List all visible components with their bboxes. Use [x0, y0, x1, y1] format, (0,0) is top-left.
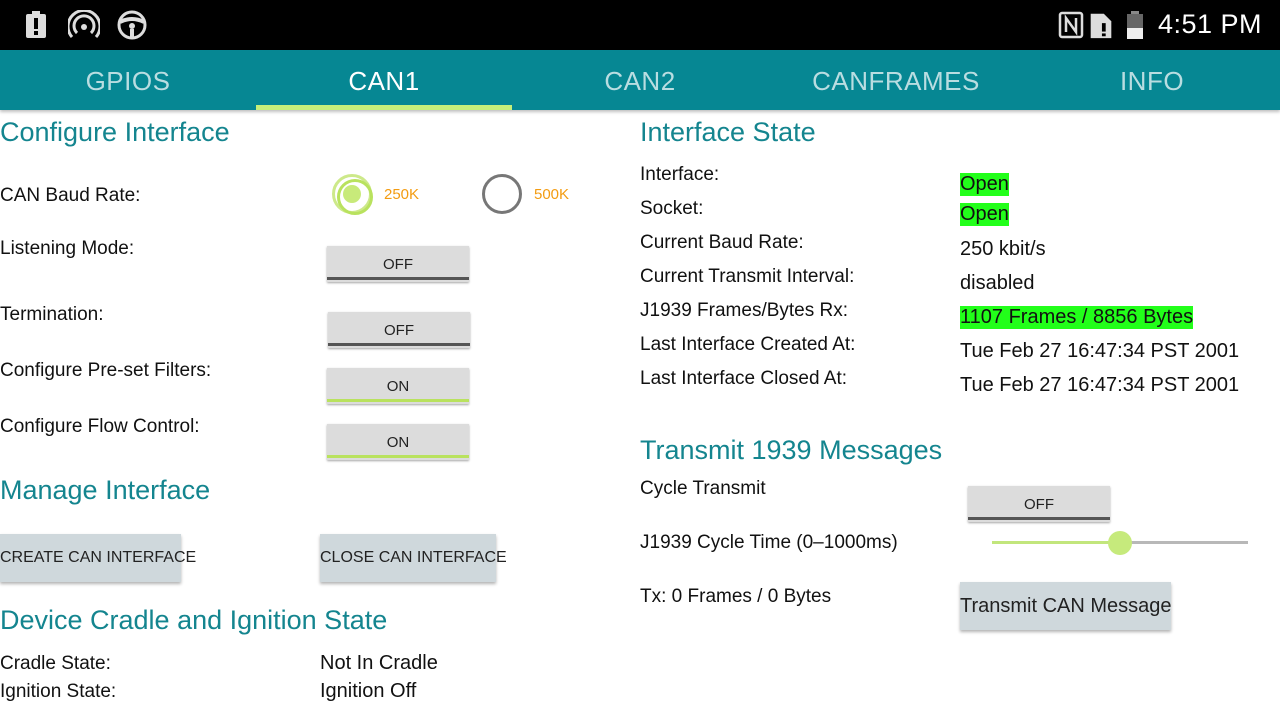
active-tab-indicator — [256, 105, 512, 110]
transmit-can-message-button[interactable]: Transmit CAN Message — [960, 582, 1172, 630]
cycle-transmit-toggle-text: OFF — [1024, 496, 1054, 513]
flow-control-toggle-text: ON — [386, 434, 410, 451]
nfc-icon — [1058, 11, 1084, 39]
cycle-time-slider[interactable] — [992, 531, 1248, 555]
steering-wheel-icon — [117, 10, 147, 40]
state-label-frames-rx: J1939 Frames/Bytes Rx: — [640, 300, 849, 321]
status-bar: 4:51 PM — [0, 0, 1280, 50]
state-value-baud: 250 kbit/s — [960, 238, 1046, 260]
cradle-state-label: Cradle State: — [0, 653, 111, 674]
close-can-interface-button[interactable]: CLOSE CAN INTERFACE — [320, 534, 507, 582]
tab-gpios[interactable]: GPIOS — [0, 50, 256, 110]
cycle-transmit-toggle[interactable]: OFF — [968, 486, 1110, 522]
sim-alert-icon — [1090, 13, 1112, 39]
battery-icon — [1127, 11, 1143, 39]
toggle-bar — [327, 277, 469, 280]
toggle-bar — [327, 455, 469, 458]
state-value-created-at: Tue Feb 27 16:47:34 PST 2001 — [960, 340, 1240, 362]
toggle-bar — [968, 517, 1110, 520]
tab-bar: GPIOS CAN1 CAN2 CANFRAMES INFO — [0, 50, 1280, 110]
clock: 4:51 PM — [1157, 9, 1262, 39]
flow-control-label: Configure Flow Control: — [0, 416, 200, 437]
state-label-closed-at: Last Interface Closed At: — [640, 368, 848, 389]
state-value-interface: Open — [960, 173, 1009, 196]
slider-fill — [992, 541, 1120, 544]
interface-state-heading: Interface State — [640, 117, 816, 147]
configure-interface-heading: Configure Interface — [0, 117, 230, 147]
alert-icon — [26, 11, 46, 38]
state-value-transmit-interval: disabled — [960, 272, 1035, 294]
manage-interface-heading: Manage Interface — [0, 475, 211, 505]
termination-toggle-text: OFF — [384, 322, 414, 339]
tab-can2[interactable]: CAN2 — [512, 50, 768, 110]
termination-toggle[interactable]: OFF — [328, 312, 470, 348]
state-label-interface: Interface: — [640, 164, 720, 185]
state-label-baud: Current Baud Rate: — [640, 232, 804, 253]
state-label-socket: Socket: — [640, 198, 704, 219]
toggle-bar — [328, 343, 470, 346]
cycle-time-label: J1939 Cycle Time (0–1000ms) — [640, 532, 898, 553]
slider-thumb[interactable] — [1108, 531, 1132, 555]
radio-250k[interactable] — [332, 174, 373, 215]
ignition-state-label: Ignition State: — [0, 681, 117, 702]
ignition-state-value: Ignition Off — [320, 680, 417, 702]
preset-filters-label: Configure Pre-set Filters: — [0, 360, 212, 381]
preset-filters-toggle[interactable]: ON — [327, 368, 469, 404]
tab-canframes[interactable]: CANFRAMES — [768, 50, 1024, 110]
state-value-frames-rx: 1107 Frames / 8856 Bytes — [960, 306, 1194, 329]
state-value-closed-at: Tue Feb 27 16:47:34 PST 2001 — [960, 374, 1240, 396]
flow-control-toggle[interactable]: ON — [327, 424, 469, 460]
radio-500k[interactable] — [482, 174, 522, 214]
tab-can1[interactable]: CAN1 — [256, 50, 512, 110]
transmit-heading: Transmit 1939 Messages — [640, 435, 943, 465]
tab-info[interactable]: INFO — [1024, 50, 1280, 110]
create-can-interface-button[interactable]: CREATE CAN INTERFACE — [0, 534, 196, 582]
listening-mode-label: Listening Mode: — [0, 238, 135, 259]
state-label-transmit-interval: Current Transmit Interval: — [640, 266, 855, 287]
cycle-transmit-label: Cycle Transmit — [640, 478, 766, 499]
hotspot-icon — [68, 10, 100, 38]
tx-counter-label: Tx: 0 Frames / 0 Bytes — [640, 586, 832, 607]
radio-250k-label[interactable]: 250K — [384, 186, 419, 203]
termination-label: Termination: — [0, 304, 104, 325]
state-value-socket: Open — [960, 203, 1009, 226]
cradle-heading: Device Cradle and Ignition State — [0, 605, 388, 635]
listening-mode-toggle[interactable]: OFF — [327, 246, 469, 282]
baud-rate-label: CAN Baud Rate: — [0, 185, 141, 206]
preset-filters-toggle-text: ON — [386, 378, 410, 395]
radio-500k-label[interactable]: 500K — [534, 186, 569, 203]
toggle-bar — [327, 399, 469, 402]
cradle-state-value: Not In Cradle — [320, 652, 438, 674]
listening-mode-toggle-text: OFF — [383, 256, 413, 273]
state-label-created-at: Last Interface Created At: — [640, 334, 856, 355]
